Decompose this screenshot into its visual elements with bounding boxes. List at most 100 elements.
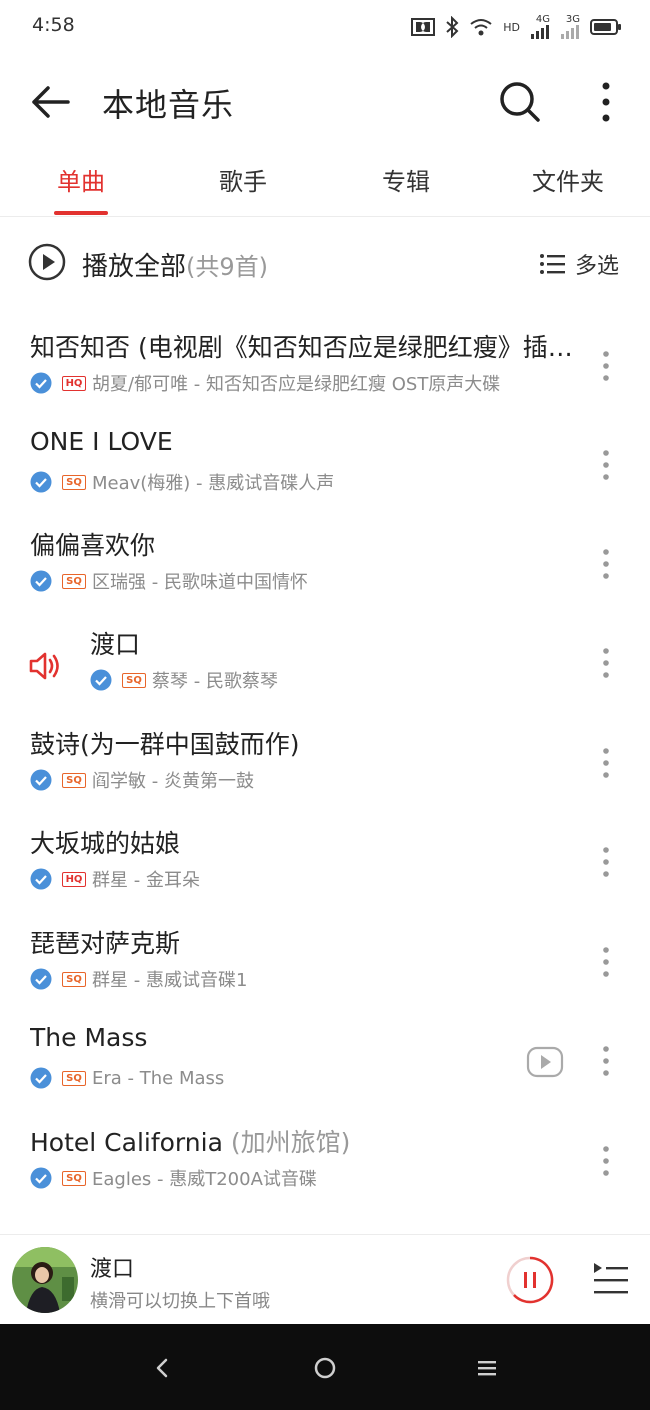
song-row[interactable]: 偏偏喜欢你 SQ 区瑞强 - 民歌味道中国情怀 <box>0 516 650 615</box>
album-cover[interactable] <box>12 1247 78 1313</box>
more-vert-icon <box>603 450 609 480</box>
song-count: (共9首) <box>186 253 269 281</box>
signal-3g-icon: 3G <box>560 15 580 39</box>
song-row[interactable]: ONE I LOVE SQ Meav(梅雅) - 惠威试音碟人声 <box>0 417 650 516</box>
song-meta: SQ 区瑞强 - 民歌味道中国情怀 <box>30 568 308 594</box>
song-title-text: ONE I LOVE <box>30 427 173 456</box>
song-title: 琵琶对萨克斯 <box>30 924 582 960</box>
song-more-button[interactable] <box>594 546 618 582</box>
song-title-text: 渡口 <box>90 630 141 659</box>
tab-songs[interactable]: 单曲 <box>21 162 141 197</box>
pause-button[interactable] <box>505 1255 555 1305</box>
song-artist-album: 群星 - 惠威试音碟1 <box>92 970 248 991</box>
nav-home-button[interactable] <box>305 1350 345 1386</box>
nav-back-icon <box>156 1358 168 1378</box>
nav-home-icon <box>314 1357 336 1379</box>
play-all-row: 播放全部(共9首) 多选 <box>0 216 650 306</box>
tab-indicator <box>54 211 108 215</box>
more-options-button[interactable] <box>590 80 622 124</box>
quality-badge: HQ <box>62 375 86 391</box>
back-button[interactable] <box>28 80 74 124</box>
song-title: 偏偏喜欢你 <box>30 526 582 562</box>
song-artist-album: Era - The Mass <box>92 1067 225 1089</box>
quality-badge: SQ <box>122 672 146 688</box>
more-vert-icon <box>603 549 609 579</box>
song-title-text: 鼓诗(为一群中国鼓而作) <box>30 730 300 759</box>
quality-badge: SQ <box>62 474 86 490</box>
status-bar: 4:58 HD 4G 3G <box>0 0 650 56</box>
speaker-icon <box>29 652 59 680</box>
more-vert-icon <box>603 748 609 778</box>
tab-albums[interactable]: 专辑 <box>346 162 466 197</box>
multi-select-label: 多选 <box>575 254 620 279</box>
song-more-button[interactable] <box>594 944 618 980</box>
song-row[interactable]: The Mass SQ Era - The Mass <box>0 1013 650 1112</box>
quality-badge: SQ <box>62 573 86 589</box>
song-title: 大坂城的姑娘 <box>30 824 582 860</box>
song-more-button[interactable] <box>594 1043 618 1079</box>
song-row[interactable]: 知否知否 (电视剧《知否知否应是绿肥红瘦》插曲) HQ 胡夏/郁可唯 - 知否知… <box>0 318 650 417</box>
check-circle-icon <box>30 769 52 791</box>
song-meta: SQ Eagles - 惠威T200A试音碟 <box>30 1165 317 1191</box>
play-circle-icon <box>28 243 66 281</box>
bluetooth-icon <box>445 16 459 38</box>
song-meta: HQ 群星 - 金耳朵 <box>30 866 200 892</box>
song-artist-album: 群星 - 金耳朵 <box>92 870 200 891</box>
song-row[interactable]: 大坂城的姑娘 HQ 群星 - 金耳朵 <box>0 814 650 913</box>
tab-artists[interactable]: 歌手 <box>183 162 303 197</box>
song-more-button[interactable] <box>594 745 618 781</box>
play-all-button[interactable] <box>28 243 66 281</box>
battery-icon <box>590 18 622 36</box>
song-more-button[interactable] <box>594 447 618 483</box>
now-playing-title: 渡口 <box>90 1257 135 1282</box>
song-meta: SQ 阎学敏 - 炎黄第一鼓 <box>30 767 254 793</box>
more-vert-icon <box>603 847 609 877</box>
multi-select-button[interactable]: 多选 <box>539 248 619 280</box>
mv-button[interactable] <box>526 1045 564 1079</box>
song-title-text: 偏偏喜欢你 <box>30 531 156 560</box>
app-bar: 本地音乐 <box>0 56 650 148</box>
playlist-button[interactable] <box>590 1259 630 1299</box>
nav-menu-icon <box>478 1361 496 1376</box>
status-icons: HD 4G 3G <box>411 14 622 40</box>
song-title: Hotel California (加州旅馆) <box>30 1123 582 1159</box>
quality-badge: SQ <box>62 971 86 987</box>
song-artist-album: 蔡琴 - 民歌蔡琴 <box>152 671 278 692</box>
song-title-text: Hotel California <box>30 1128 223 1157</box>
song-row[interactable]: 鼓诗(为一群中国鼓而作) SQ 阎学敏 - 炎黄第一鼓 <box>0 715 650 814</box>
check-circle-icon <box>30 471 52 493</box>
song-more-button[interactable] <box>594 1143 618 1179</box>
more-vert-icon <box>603 648 609 678</box>
song-more-button[interactable] <box>594 844 618 880</box>
song-row[interactable]: Hotel California (加州旅馆) SQ Eagles - 惠威T2… <box>0 1113 650 1212</box>
pause-icon <box>506 1256 554 1304</box>
quality-badge: SQ <box>62 772 86 788</box>
status-time: 4:58 <box>32 14 75 36</box>
now-playing-hint: 横滑可以切换上下首哦 <box>90 1291 270 1312</box>
net-4g-label: 4G <box>535 14 550 25</box>
song-title: ONE I LOVE <box>30 427 582 456</box>
playlist-icon <box>594 1263 628 1294</box>
nav-back-button[interactable] <box>142 1350 182 1386</box>
search-button[interactable] <box>498 80 542 124</box>
play-all-label[interactable]: 播放全部(共9首) <box>82 246 268 283</box>
song-row-playing[interactable]: 渡口 SQ 蔡琴 - 民歌蔡琴 <box>0 615 650 714</box>
mini-player[interactable]: 渡口 横滑可以切换上下首哦 <box>0 1234 650 1325</box>
check-circle-icon <box>30 570 52 592</box>
page-title: 本地音乐 <box>102 86 235 124</box>
song-title: 鼓诗(为一群中国鼓而作) <box>30 725 582 761</box>
song-artist-album: Eagles - 惠威T200A试音碟 <box>92 1169 317 1190</box>
back-arrow-icon <box>32 86 70 118</box>
nav-menu-button[interactable] <box>467 1350 507 1386</box>
more-vert-icon <box>603 947 609 977</box>
more-vert-icon <box>603 351 609 381</box>
hd-label: HD <box>503 20 520 34</box>
song-more-button[interactable] <box>594 348 618 384</box>
song-meta: HQ 胡夏/郁可唯 - 知否知否应是绿肥红瘦 OST原声大碟 <box>30 370 500 396</box>
song-row[interactable]: 琵琶对萨克斯 SQ 群星 - 惠威试音碟1 <box>0 914 650 1013</box>
song-meta: SQ 群星 - 惠威试音碟1 <box>30 966 247 992</box>
check-circle-icon <box>30 868 52 890</box>
tab-folders[interactable]: 文件夹 <box>508 162 628 197</box>
song-more-button[interactable] <box>594 645 618 681</box>
tab-bar: 单曲 歌手 专辑 文件夹 <box>0 156 650 217</box>
